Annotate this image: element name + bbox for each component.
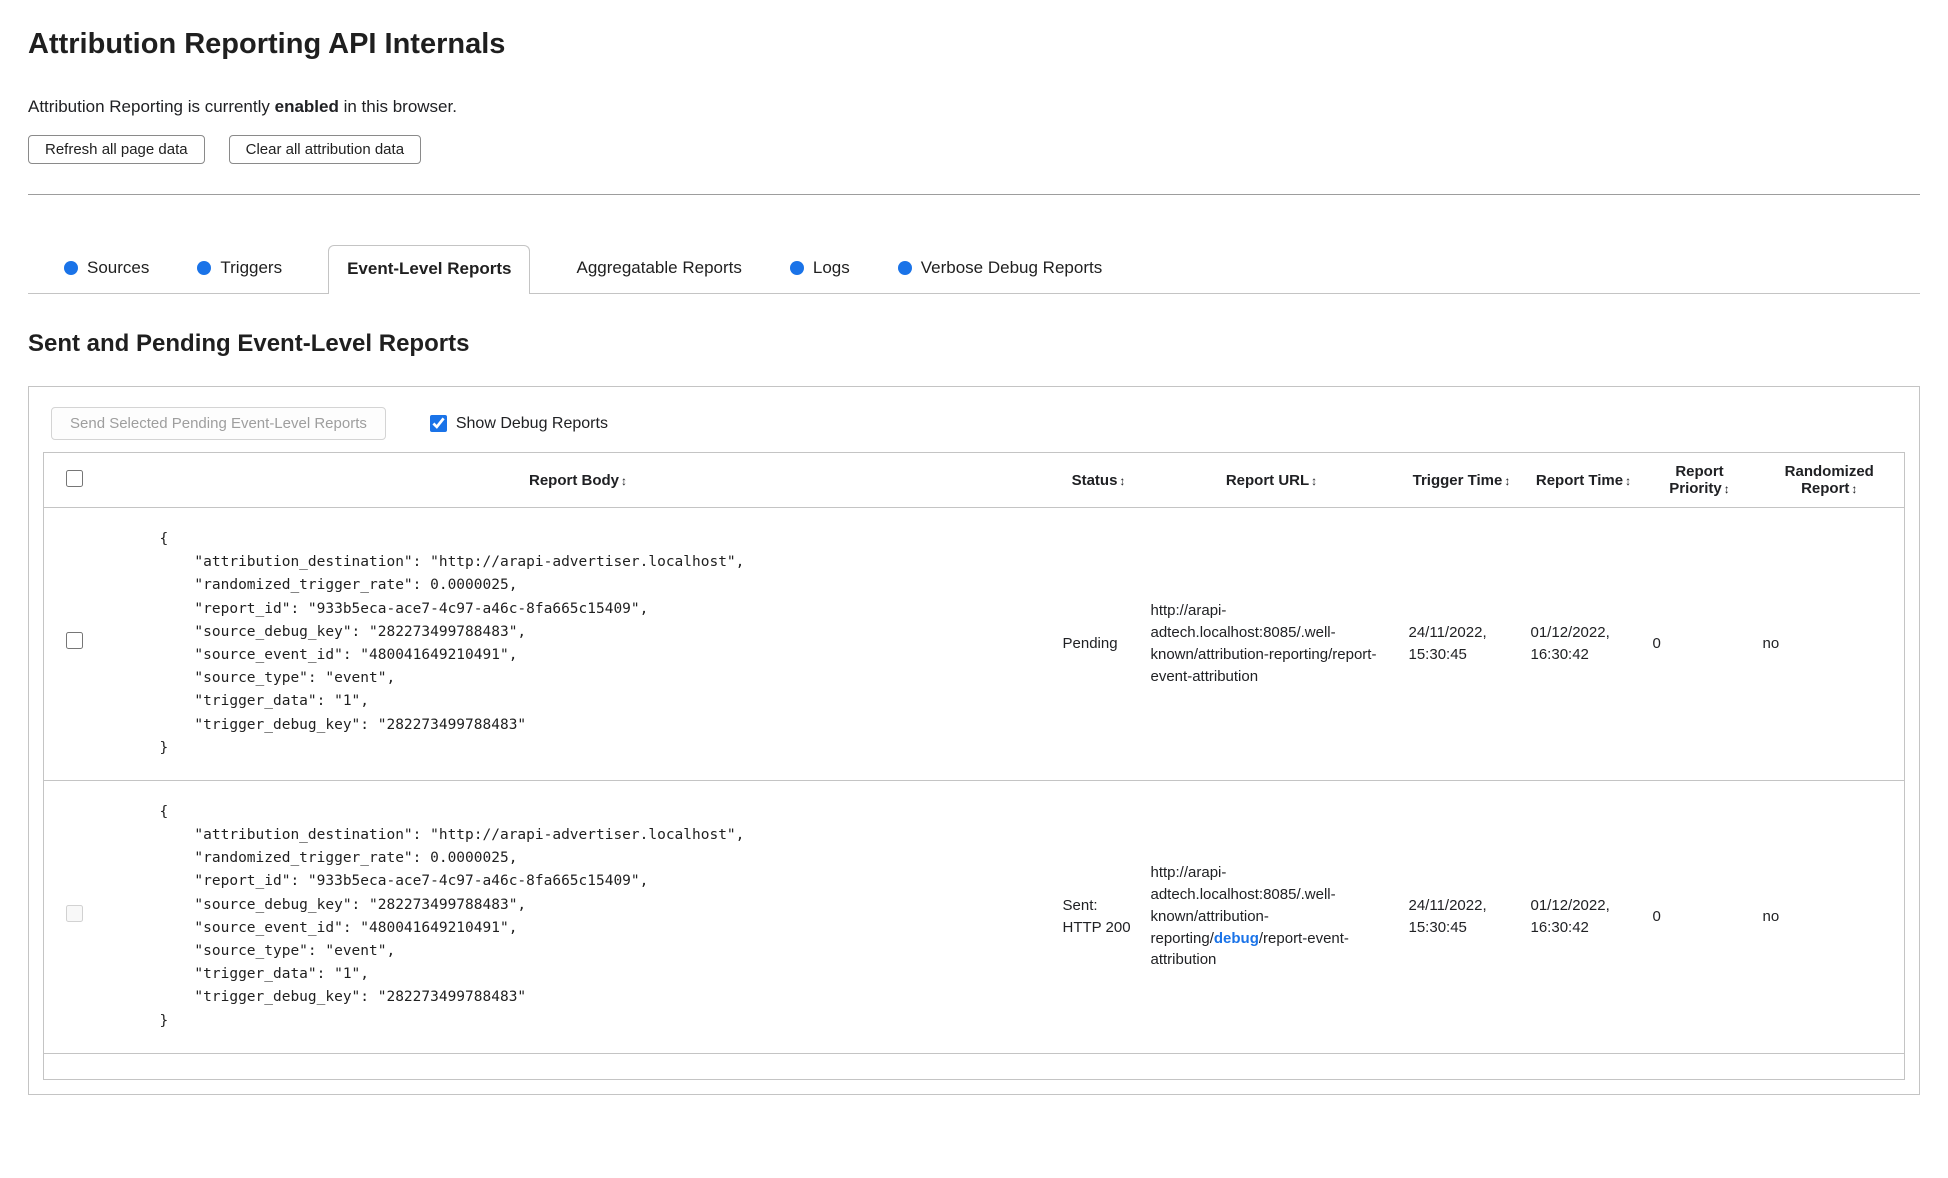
select-all-cell	[44, 453, 102, 508]
sources-dot-icon	[64, 261, 78, 275]
col-label: Status	[1071, 471, 1118, 489]
verbose-debug-dot-icon	[897, 261, 912, 275]
col-header-status[interactable]: Status ↕	[1055, 453, 1143, 508]
col-header-report-url[interactable]: Report URL ↕	[1143, 453, 1401, 508]
report-body-json: { "attribution_destination": "http://ara…	[159, 531, 745, 756]
status-suffix: in this browser.	[338, 97, 457, 116]
sort-icon: ↕	[1625, 473, 1632, 488]
status-enabled-word: enabled	[274, 97, 339, 116]
status-text: Attribution Reporting is currently enabl…	[28, 97, 1920, 117]
reports-panel: Send Selected Pending Event-Level Report…	[28, 386, 1920, 1095]
sort-icon: ↕	[1119, 473, 1126, 488]
tab-label: Event-Level Reports	[347, 259, 512, 278]
tab-aggregatable-reports[interactable]: Aggregatable Reports	[574, 248, 743, 293]
url-text: http://arapi-adtech.localhost:8085/.well…	[1150, 602, 1377, 685]
row-select-checkbox[interactable]	[66, 632, 83, 650]
randomized-report: no	[1762, 635, 1780, 653]
table-header-row: Report Body ↕ Status ↕ Report URL ↕ Trigger…	[43, 453, 1905, 508]
trigger-time: 24/11/2022, 15:30:45	[1408, 897, 1487, 936]
tab-label: Logs	[812, 258, 850, 277]
show-debug-checkbox[interactable]	[429, 415, 447, 432]
divider	[28, 194, 1920, 195]
sort-icon: ↕	[621, 473, 627, 488]
tab-event-level-reports[interactable]: Event-Level Reports	[328, 245, 531, 294]
row-select-checkbox	[66, 904, 83, 922]
report-row: { "attribution_destination": "http://ara…	[43, 780, 1905, 1054]
send-selected-button[interactable]: Send Selected Pending Event-Level Report…	[51, 407, 386, 440]
report-url: http://arapi-adtech.localhost:8085/.well…	[1143, 508, 1401, 781]
status-prefix: Attribution Reporting is currently	[28, 97, 275, 116]
refresh-all-button[interactable]: Refresh all page data	[28, 135, 205, 164]
col-label: Randomized Report	[1784, 463, 1874, 497]
url-debug-segment: debug	[1213, 929, 1259, 947]
sort-icon: ↕	[1851, 482, 1858, 496]
report-priority: 0	[1652, 907, 1661, 925]
tab-label: Triggers	[220, 258, 283, 277]
report-status: Pending	[1062, 635, 1118, 653]
col-header-trigger-time[interactable]: Trigger Time ↕	[1401, 453, 1523, 508]
sort-icon: ↕	[1311, 473, 1318, 488]
col-label: Report URL	[1225, 471, 1310, 489]
toolbar: Refresh all page data Clear all attribut…	[28, 135, 1920, 164]
sort-icon: ↕	[1504, 473, 1511, 488]
col-label: Report Priority	[1669, 463, 1724, 497]
trigger-time: 24/11/2022, 15:30:45	[1408, 624, 1487, 663]
report-status: Sent: HTTP 200	[1062, 897, 1131, 936]
tab-label: Sources	[87, 258, 150, 277]
tab-verbose-debug-reports[interactable]: Verbose Debug Reports	[896, 248, 1104, 293]
col-label: Report Body	[529, 471, 619, 489]
report-body-cell: { "attribution_destination": "http://ara…	[102, 508, 1055, 781]
attribution-internals-page: Attribution Reporting API Internals Attr…	[0, 0, 1948, 1125]
col-label: Report Time	[1535, 471, 1624, 489]
report-time: 01/12/2022, 16:30:42	[1530, 897, 1610, 936]
logs-dot-icon	[789, 261, 804, 275]
report-priority: 0	[1652, 635, 1661, 653]
col-header-report-priority[interactable]: Report Priority ↕	[1645, 453, 1755, 508]
report-time: 01/12/2022, 16:30:42	[1530, 624, 1610, 663]
col-header-report-body[interactable]: Report Body ↕	[102, 453, 1055, 508]
tab-sources[interactable]: Sources	[62, 248, 151, 293]
tab-triggers[interactable]: Triggers	[195, 248, 284, 293]
col-label: Trigger Time	[1412, 471, 1503, 489]
select-all-checkbox[interactable]	[66, 469, 83, 487]
show-debug-label: Show Debug Reports	[455, 414, 608, 432]
table-footer-row	[43, 1053, 1905, 1080]
page-title: Attribution Reporting API Internals	[28, 28, 506, 60]
table-footer	[44, 1053, 1905, 1079]
tab-bar: Sources Triggers Event-Level Reports Agg…	[28, 245, 1920, 294]
section-heading: Sent and Pending Event-Level Reports	[28, 330, 470, 357]
report-body-json: { "attribution_destination": "http://ara…	[159, 803, 745, 1029]
row-select-cell	[44, 780, 102, 1053]
triggers-dot-icon	[197, 261, 212, 275]
sort-icon: ↕	[1723, 482, 1730, 496]
col-header-report-time[interactable]: Report Time ↕	[1523, 453, 1645, 508]
tab-label: Aggregatable Reports	[576, 258, 742, 277]
clear-all-button[interactable]: Clear all attribution data	[228, 135, 422, 164]
report-url: http://arapi-adtech.localhost:8085/.well…	[1143, 780, 1401, 1053]
row-select-cell	[44, 508, 102, 781]
report-controls: Send Selected Pending Event-Level Report…	[51, 407, 1905, 440]
col-header-randomized-report[interactable]: Randomized Report ↕	[1755, 453, 1905, 508]
tab-label: Verbose Debug Reports	[920, 258, 1103, 277]
report-body-cell: { "attribution_destination": "http://ara…	[102, 780, 1055, 1053]
tab-logs[interactable]: Logs	[788, 248, 852, 293]
report-row: { "attribution_destination": "http://ara…	[43, 508, 1905, 781]
show-debug-reports-toggle[interactable]: Show Debug Reports	[429, 414, 608, 433]
randomized-report: no	[1762, 907, 1780, 925]
reports-table: Report Body ↕ Status ↕ Report URL ↕ Trigger…	[43, 452, 1905, 1080]
